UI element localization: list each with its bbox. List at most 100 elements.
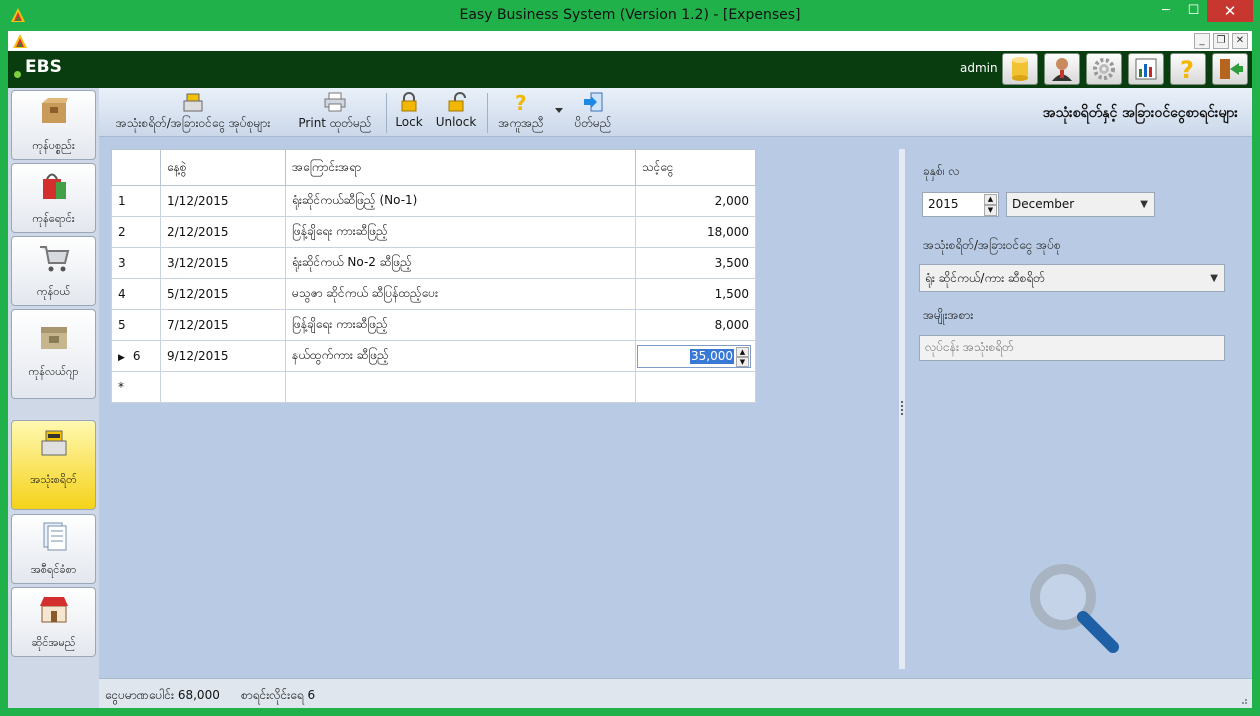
- row-number[interactable]: 1: [111, 185, 161, 217]
- column-header-description[interactable]: အကြောင်းအရာ: [285, 149, 636, 186]
- dropdown-arrow-icon[interactable]: [555, 108, 563, 114]
- date-cell[interactable]: 3/12/2015: [160, 247, 286, 279]
- sidebar-item-shop[interactable]: ဆိုင်အမည်: [11, 587, 96, 657]
- group-label: အသုံးစရိတ်/အခြားဝင်ငွေ အုပ်စု: [923, 238, 1061, 252]
- date-cell[interactable]: 5/12/2015: [160, 278, 286, 310]
- amount-cell[interactable]: 8,000: [635, 309, 756, 341]
- amount-cell[interactable]: 3,500: [635, 247, 756, 279]
- sidebar-item-sales[interactable]: ကုန်ရောင်း: [11, 163, 96, 233]
- sidebar-item-purchase[interactable]: ကုန်ဝယ်: [11, 236, 96, 306]
- description-cell[interactable]: ဖြန့်ချိရေး ကားဆီဖြည့်: [285, 309, 636, 341]
- mdi-minimize-button[interactable]: _: [1194, 33, 1210, 49]
- ledger-box-icon: [41, 327, 67, 349]
- table-row[interactable]: 4 5/12/2015 မသွဇာ ဆိုင်ကယ် ဆီပြန်ထည့်ပေး…: [111, 278, 756, 310]
- date-cell[interactable]: [160, 371, 286, 403]
- ebs-logo: EBS: [14, 57, 62, 78]
- year-down-icon[interactable]: ▼: [984, 205, 997, 216]
- report-chart-button[interactable]: [1128, 53, 1164, 85]
- exit-button[interactable]: [1212, 53, 1248, 85]
- maximize-button[interactable]: ☐: [1180, 0, 1207, 22]
- mdi-close-button[interactable]: ✕: [1232, 33, 1248, 49]
- date-cell[interactable]: 2/12/2015: [160, 216, 286, 248]
- sidebar-item-label: ကုန်ဝယ်: [36, 285, 71, 298]
- table-row[interactable]: 3 3/12/2015 ရုံးဆိုင်ကယ် No-2 ဆီဖြည့် 3,…: [111, 247, 756, 279]
- month-select[interactable]: December ▼: [1006, 192, 1155, 217]
- toolbar-label: Print ထုတ်မည်: [298, 116, 372, 130]
- column-header-date[interactable]: နေ့စွဲ: [160, 149, 286, 186]
- sidebar-item-reports[interactable]: အစီရင်ခံစာ: [11, 514, 96, 584]
- svg-text:?: ?: [1180, 56, 1194, 82]
- unlock-button[interactable]: Unlock: [434, 92, 478, 134]
- column-header-amount[interactable]: သင့်ငွေ: [635, 149, 756, 186]
- chevron-down-icon: ▼: [1140, 199, 1148, 210]
- description-cell[interactable]: ဖြန့်ချိရေး ကားဆီဖြည့်: [285, 216, 636, 248]
- amount-cell[interactable]: 18,000: [635, 216, 756, 248]
- toolbar-label: Lock: [395, 115, 423, 129]
- row-number[interactable]: 4: [111, 278, 161, 310]
- amount-spinner-input[interactable]: 35,000 ▲ ▼: [637, 345, 751, 368]
- row-number: 6: [132, 349, 141, 363]
- magnifier-icon: [1030, 564, 1119, 653]
- sidebar-item-products[interactable]: ကုန်ပစ္စည်း: [11, 90, 96, 160]
- description-cell[interactable]: မသွဇာ ဆိုင်ကယ် ဆီပြန်ထည့်ပေး: [285, 278, 636, 310]
- question-icon: ?: [1180, 56, 1194, 82]
- table-row[interactable]: 5 7/12/2015 ဖြန့်ချိရေး ကားဆီဖြည့် 8,000: [111, 309, 756, 341]
- close-form-button[interactable]: ပိတ်မည်: [567, 92, 619, 134]
- user-icon: [1052, 58, 1072, 81]
- help-dropdown-button[interactable]: ? အကူအညီ: [493, 92, 549, 134]
- sidebar-item-expenses[interactable]: အသုံးစရိတ်: [11, 420, 96, 510]
- table-header-row: နေ့စွဲ အကြောင်းအရာ သင့်ငွေ: [111, 149, 756, 186]
- toolbar-label: အသုံးစရိတ်/အခြားဝင်ငွေ အုပ်စုများ: [115, 116, 271, 130]
- print-button[interactable]: Print ထုတ်မည်: [291, 92, 379, 134]
- date-cell[interactable]: 9/12/2015: [160, 340, 286, 372]
- page-title: အသုံးစရိတ်နှင့် အခြားဝင်ငွေစာရင်းများ: [1042, 105, 1238, 121]
- user-button[interactable]: [1044, 53, 1080, 85]
- table-row-current[interactable]: ▶ 6 9/12/2015 နယ်ထွက်ကား ဆီဖြည့် 35,000 ▲…: [111, 340, 756, 372]
- table-row[interactable]: 1 1/12/2015 ရုံးဆိုင်ကယ်ဆီဖြည့် (No-1) 2…: [111, 185, 756, 217]
- row-number[interactable]: 2: [111, 216, 161, 248]
- status-count: စာရင်းလိုင်းရေ 6: [241, 688, 316, 702]
- shopping-cart-icon: [40, 246, 70, 272]
- toolbar-label: အကူအညီ: [498, 116, 544, 130]
- printer-icon: [324, 92, 346, 112]
- settings-button[interactable]: [1086, 53, 1122, 85]
- cash-register-icon: [41, 430, 67, 456]
- spin-down-icon[interactable]: ▼: [736, 357, 749, 367]
- amount-cell[interactable]: 2,000: [635, 185, 756, 217]
- gear-icon: [1093, 58, 1115, 80]
- app-header: EBS admin ?: [8, 51, 1252, 88]
- expense-types-button[interactable]: အသုံးစရိတ်/အခြားဝင်ငွေ အုပ်စုများ: [103, 92, 283, 134]
- description-cell[interactable]: နယ်ထွက်ကား ဆီဖြည့်: [285, 340, 636, 372]
- table-new-row[interactable]: *: [111, 371, 756, 403]
- minimize-button[interactable]: ─: [1152, 0, 1180, 22]
- amount-cell-editing[interactable]: 35,000 ▲ ▼: [635, 340, 756, 372]
- year-spinner[interactable]: 2015 ▲ ▼: [922, 192, 999, 217]
- description-cell[interactable]: ရုံးဆိုင်ကယ်ဆီဖြည့် (No-1): [285, 185, 636, 217]
- lock-button[interactable]: Lock: [392, 92, 426, 134]
- status-bar: ငွေပမာဏပေါင်း 68,000 စာရင်းလိုင်းရေ 6: [99, 678, 1252, 708]
- shopping-bag-icon: [43, 173, 66, 199]
- group-select[interactable]: ရုံး ဆိုင်ကယ်/ကား ဆီစရိတ် ▼: [919, 264, 1225, 292]
- row-number[interactable]: 5: [111, 309, 161, 341]
- description-cell[interactable]: ရုံးဆိုင်ကယ် No-2 ဆီဖြည့်: [285, 247, 636, 279]
- database-button[interactable]: [1002, 53, 1038, 85]
- row-number[interactable]: 3: [111, 247, 161, 279]
- year-up-icon[interactable]: ▲: [984, 194, 997, 205]
- toolbar-label: ပိတ်မည်: [574, 116, 612, 130]
- row-number-current[interactable]: ▶ 6: [111, 340, 161, 372]
- spin-up-icon[interactable]: ▲: [736, 347, 749, 357]
- date-cell[interactable]: 1/12/2015: [160, 185, 286, 217]
- date-cell[interactable]: 7/12/2015: [160, 309, 286, 341]
- sidebar-item-label: ကုန်ရောင်း: [32, 212, 75, 225]
- resize-grip-icon[interactable]: [1238, 695, 1248, 705]
- mdi-restore-button[interactable]: ❐: [1213, 33, 1229, 49]
- help-button[interactable]: ?: [1170, 53, 1206, 85]
- amount-cell[interactable]: 1,500: [635, 278, 756, 310]
- sidebar-item-ledger[interactable]: ကုန်လယ်ဂျာ: [11, 309, 96, 399]
- table-row[interactable]: 2 2/12/2015 ဖြန့်ချိရေး ကားဆီဖြည့် 18,00…: [111, 216, 756, 248]
- logo-dot-icon: [14, 71, 21, 78]
- amount-cell[interactable]: [635, 371, 756, 403]
- close-window-button[interactable]: ✕: [1207, 0, 1253, 22]
- description-cell[interactable]: [285, 371, 636, 403]
- new-row-marker[interactable]: *: [111, 371, 161, 403]
